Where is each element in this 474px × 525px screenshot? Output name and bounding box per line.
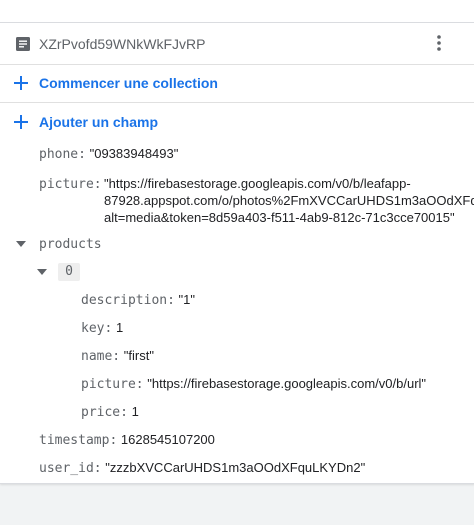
start-collection-label: Commencer une collection	[39, 75, 218, 91]
field-row-description[interactable]: description: "1"	[81, 292, 195, 309]
field-row-products[interactable]: products	[39, 236, 102, 253]
field-value: 1	[115, 320, 124, 335]
field-row-key[interactable]: key: 1	[81, 320, 123, 337]
field-row-price[interactable]: price: 1	[81, 404, 139, 421]
field-row-phone[interactable]: phone: "09383948493"	[39, 146, 178, 163]
field-row-picture[interactable]: picture:	[39, 176, 102, 193]
plus-icon	[14, 115, 28, 129]
document-id: XZrPvofd59WNkWkFJvRP	[39, 36, 206, 52]
field-key: description:	[81, 293, 175, 308]
field-value: 1628545107200	[120, 432, 215, 447]
array-index-chip[interactable]: 0	[58, 263, 80, 281]
plus-icon	[14, 76, 28, 90]
field-key: products	[39, 237, 102, 252]
field-key: key:	[81, 321, 113, 336]
field-row-timestamp[interactable]: timestamp: 1628545107200	[39, 432, 215, 449]
field-value: 1	[131, 404, 139, 419]
add-field-button[interactable]: Ajouter un champ	[0, 103, 474, 141]
more-vert-icon[interactable]	[431, 34, 447, 52]
field-key: name:	[81, 349, 121, 364]
field-value-picture-line3: alt=media&token=8d59a403-f511-4ab9-812c-…	[104, 210, 455, 225]
add-field-label: Ajouter un champ	[39, 114, 159, 130]
field-key: picture:	[39, 177, 102, 192]
caret-down-icon[interactable]	[16, 241, 26, 247]
field-key: price:	[81, 405, 128, 420]
document-icon	[16, 37, 30, 51]
field-row-product-picture[interactable]: picture: "https://firebasestorage.google…	[81, 376, 426, 393]
field-value: "https://firebasestorage.googleapis.com/…	[147, 376, 427, 391]
start-collection-button[interactable]: Commencer une collection	[0, 64, 474, 103]
field-key: phone:	[39, 147, 86, 162]
field-key: user_id:	[39, 461, 102, 476]
field-row-user-id[interactable]: user_id: "zzzbXVCCarUHDS1m3aOOdXFquLKYDn…	[39, 460, 365, 477]
field-value: "1"	[178, 292, 196, 307]
document-panel: XZrPvofd59WNkWkFJvRP Commencer une colle…	[0, 0, 474, 484]
field-key: timestamp:	[39, 433, 118, 448]
field-value: "09383948493"	[89, 146, 179, 161]
field-value: "zzzbXVCCarUHDS1m3aOOdXFquLKYDn2"	[105, 460, 366, 475]
field-value-picture-line2: 87928.appspot.com/o/photos%2FmXVCCarUHDS…	[104, 193, 474, 208]
field-value-picture-line1: "https://firebasestorage.googleapis.com/…	[104, 176, 411, 191]
field-value: "first"	[123, 348, 154, 363]
field-row-name[interactable]: name: "first"	[81, 348, 154, 365]
field-key: picture:	[81, 377, 144, 392]
document-header: XZrPvofd59WNkWkFJvRP	[0, 23, 474, 65]
caret-down-icon[interactable]	[37, 269, 47, 275]
